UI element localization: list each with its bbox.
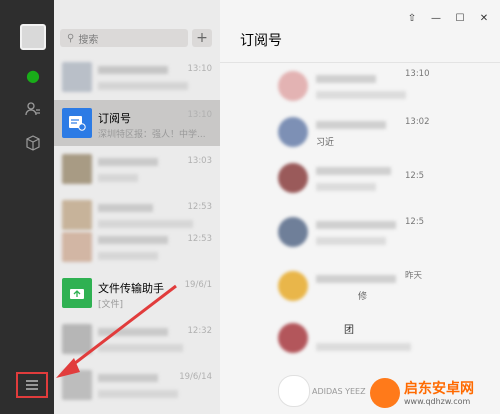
chat-list-panel: ⚲ 搜索 + 13:10 订阅号 深圳特区报：强人！中学... 13:10 13… bbox=[54, 0, 220, 414]
feed-avatar bbox=[278, 163, 308, 193]
chat-preview: [文件] bbox=[98, 300, 124, 310]
subscription-pane: 订阅号 ⇧ — ☐ ✕ 13:10 习近 13:02 12:5 12:5 修 昨… bbox=[220, 0, 500, 414]
search-input[interactable]: ⚲ 搜索 bbox=[60, 29, 188, 47]
feed-text: 修 bbox=[358, 292, 368, 302]
chat-name-redacted bbox=[98, 374, 158, 382]
subscription-icon bbox=[62, 108, 92, 138]
feed-time: 昨天 bbox=[405, 271, 423, 281]
hamburger-menu-icon bbox=[26, 380, 38, 390]
chat-name-redacted bbox=[98, 204, 153, 212]
feed-title-redacted bbox=[316, 75, 376, 83]
chat-avatar bbox=[62, 232, 92, 262]
feed-time: 13:10 bbox=[405, 69, 430, 79]
feed-text-redacted bbox=[316, 343, 411, 351]
chat-preview-redacted bbox=[98, 252, 158, 260]
chat-item-6[interactable]: 12:32 bbox=[54, 316, 220, 362]
feed-title-redacted bbox=[316, 167, 391, 175]
avatar[interactable] bbox=[20, 24, 46, 50]
chat-time: 19/6/1 bbox=[184, 280, 212, 290]
chat-avatar bbox=[62, 154, 92, 184]
feed-avatar bbox=[278, 217, 308, 247]
feed-avatar bbox=[278, 323, 308, 353]
feed-avatar bbox=[278, 117, 308, 147]
search-placeholder: 搜索 bbox=[78, 34, 99, 46]
page-title: 订阅号 bbox=[240, 33, 282, 49]
feed-avatar bbox=[278, 271, 308, 301]
feed-avatar bbox=[278, 71, 308, 101]
chat-name: 文件传输助手 bbox=[98, 282, 164, 295]
feed-time: 12:5 bbox=[405, 217, 425, 227]
wechat-window: ● ⚲ 搜索 + 13:10 订阅号 深圳特区报：强人！中学... 13:10 … bbox=[0, 0, 500, 414]
feed-text-redacted bbox=[316, 237, 386, 245]
feed-avatar bbox=[278, 375, 310, 407]
chat-avatar bbox=[62, 62, 92, 92]
chat-preview-redacted bbox=[98, 174, 138, 182]
navigation-rail: ● bbox=[0, 0, 54, 414]
feed-time: 13:02 bbox=[405, 117, 430, 127]
chat-time: 13:03 bbox=[187, 156, 213, 166]
watermark: 启东安卓网 www.qdhzw.com bbox=[370, 376, 496, 410]
feed-time: 12:5 bbox=[405, 171, 425, 181]
search-icon: ⚲ bbox=[67, 32, 75, 44]
chat-item-4[interactable]: 12:53 bbox=[54, 224, 220, 270]
feed-title: 团 bbox=[344, 325, 354, 336]
subscription-feed: 13:10 习近 13:02 12:5 12:5 修 昨天 团 ADIDAS Y… bbox=[220, 63, 500, 414]
chat-name-redacted bbox=[98, 66, 168, 74]
feed-item[interactable]: 习近 bbox=[278, 109, 428, 155]
favorites-box-icon[interactable] bbox=[22, 132, 44, 154]
feed-item[interactable] bbox=[278, 209, 428, 255]
feed-item[interactable]: 团 bbox=[278, 315, 428, 361]
chat-preview-redacted bbox=[98, 390, 178, 398]
chat-item-0[interactable]: 13:10 bbox=[54, 54, 220, 100]
chat-icon[interactable]: ● bbox=[22, 64, 44, 86]
feed-text: ADIDAS YEEZ bbox=[312, 387, 366, 396]
pin-icon[interactable]: ⇧ bbox=[402, 10, 422, 26]
chat-time: 13:10 bbox=[187, 64, 213, 74]
chat-time: 19/6/14 bbox=[179, 372, 212, 382]
chat-item-file-transfer[interactable]: 文件传输助手 [文件] 19/6/1 bbox=[54, 270, 220, 316]
close-button[interactable]: ✕ bbox=[474, 10, 494, 26]
file-transfer-icon bbox=[62, 278, 92, 308]
chat-name-redacted bbox=[98, 158, 158, 166]
maximize-button[interactable]: ☐ bbox=[450, 10, 470, 26]
watermark-url: www.qdhzw.com bbox=[404, 397, 471, 406]
watermark-title: 启东安卓网 bbox=[404, 381, 474, 397]
feed-text: 习近 bbox=[316, 138, 335, 148]
chat-preview-redacted bbox=[98, 82, 188, 90]
chat-name-redacted bbox=[98, 236, 168, 244]
feed-title-redacted bbox=[316, 121, 386, 129]
feed-text-redacted bbox=[316, 91, 406, 99]
minimize-button[interactable]: — bbox=[426, 10, 446, 26]
chat-preview: 深圳特区报：强人！中学... bbox=[98, 130, 206, 140]
chat-time: 12:32 bbox=[187, 326, 213, 336]
chat-preview-redacted bbox=[98, 344, 183, 352]
chat-item-7[interactable]: 19/6/14 bbox=[54, 362, 220, 408]
chat-name: 订阅号 bbox=[98, 112, 131, 125]
menu-button[interactable] bbox=[16, 372, 48, 398]
pane-header: 订阅号 ⇧ — ☐ ✕ bbox=[220, 0, 500, 63]
feed-title-redacted bbox=[316, 275, 396, 283]
watermark-logo-icon bbox=[370, 378, 400, 408]
add-chat-button[interactable]: + bbox=[192, 29, 212, 47]
chat-time: 13:10 bbox=[187, 110, 213, 120]
chat-name-redacted bbox=[98, 328, 168, 336]
chat-item-subscriptions[interactable]: 订阅号 深圳特区报：强人！中学... 13:10 bbox=[54, 100, 220, 146]
chat-avatar bbox=[62, 324, 92, 354]
chat-time: 12:53 bbox=[187, 234, 213, 244]
feed-title-redacted bbox=[316, 221, 396, 229]
chat-item-2[interactable]: 13:03 bbox=[54, 146, 220, 192]
feed-text-redacted bbox=[316, 183, 376, 191]
contacts-icon[interactable] bbox=[22, 98, 44, 120]
chat-time: 12:53 bbox=[187, 202, 213, 212]
chat-avatar bbox=[62, 370, 92, 400]
